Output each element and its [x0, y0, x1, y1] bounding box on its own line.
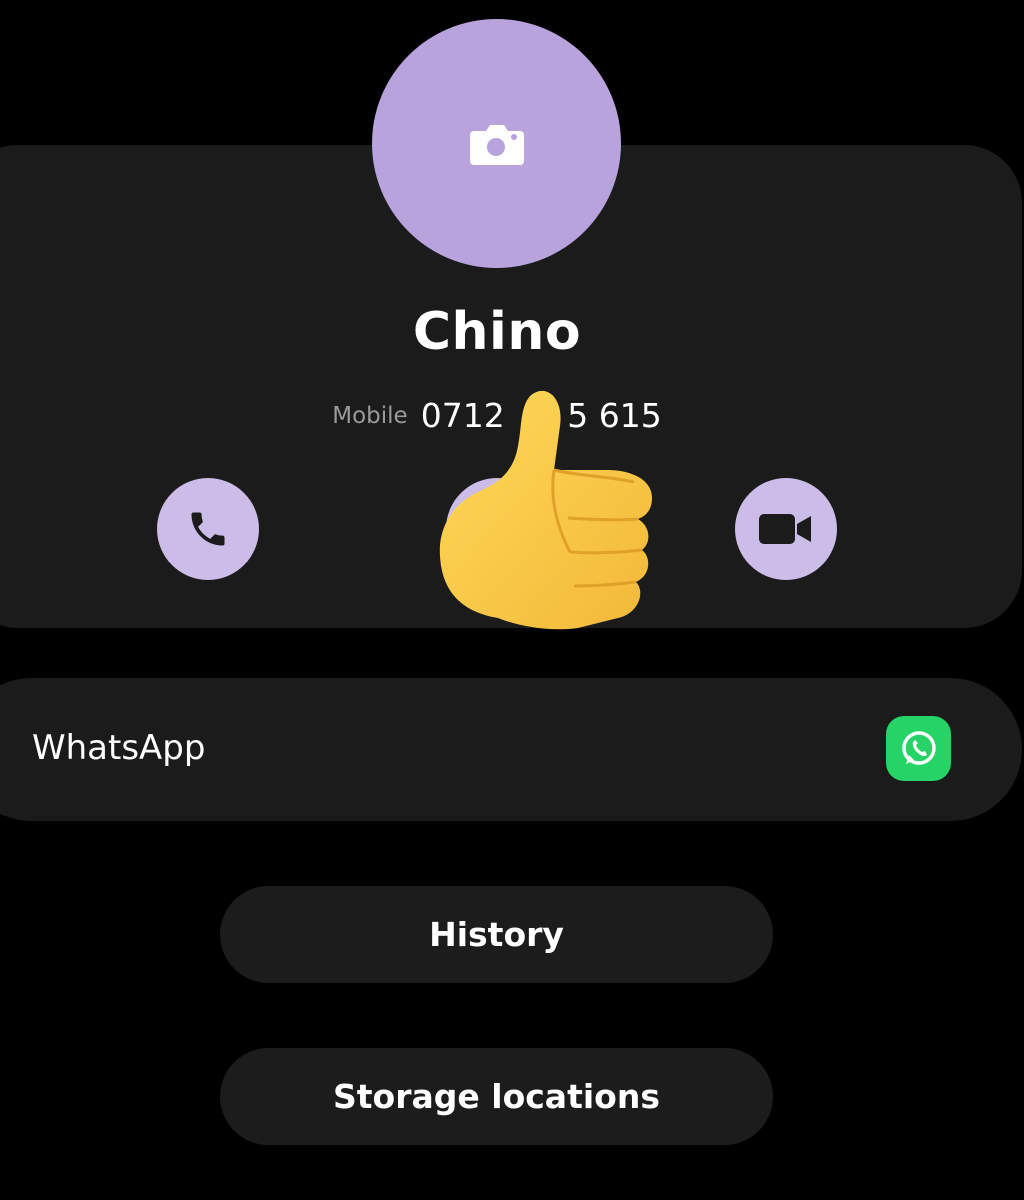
whatsapp-label: WhatsApp [32, 728, 206, 768]
avatar[interactable] [372, 19, 621, 268]
video-icon [759, 514, 811, 544]
contact-name: Chino [412, 302, 582, 362]
thumbs-up-icon [439, 390, 652, 630]
whatsapp-row[interactable]: WhatsApp [0, 678, 1022, 821]
call-button[interactable] [157, 478, 259, 580]
video-call-button[interactable] [735, 478, 837, 580]
phone-type-label: Mobile [332, 402, 408, 429]
whatsapp-icon[interactable] [886, 716, 951, 781]
storage-locations-button[interactable]: Storage locations [220, 1048, 773, 1145]
history-button[interactable]: History [220, 886, 773, 983]
camera-icon [469, 124, 524, 165]
phone-icon [191, 512, 225, 546]
